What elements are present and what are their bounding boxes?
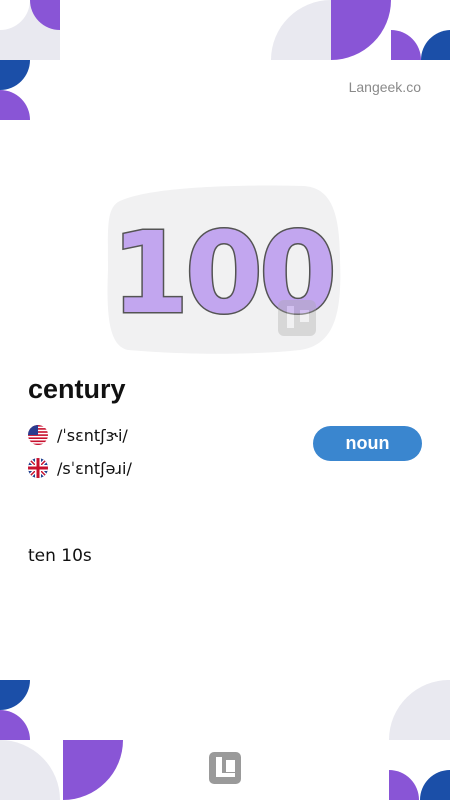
langeek-watermark-icon <box>278 300 316 336</box>
pronunciation-us[interactable]: /ˈsɛntʃɝi/ <box>28 425 128 445</box>
top-right-decoration <box>271 0 450 60</box>
uk-flag-icon <box>28 458 48 478</box>
site-name: Langeek.co <box>348 79 421 95</box>
headword: century <box>28 374 126 404</box>
bottom-right-decoration <box>389 680 450 800</box>
number-illustration: 100 <box>107 185 341 354</box>
pronunciation-uk-ipa: /sˈɛntʃəɹi/ <box>57 458 132 478</box>
top-left-decoration <box>0 0 60 120</box>
langeek-logo-icon <box>209 752 241 784</box>
bottom-left-decoration <box>0 680 123 800</box>
us-flag-icon <box>28 425 48 445</box>
definition-text: ten 10s <box>28 546 92 566</box>
part-of-speech-badge[interactable]: noun <box>313 426 422 461</box>
pronunciation-us-ipa: /ˈsɛntʃɝi/ <box>57 425 128 445</box>
pronunciation-uk[interactable]: /sˈɛntʃəɹi/ <box>28 458 132 478</box>
